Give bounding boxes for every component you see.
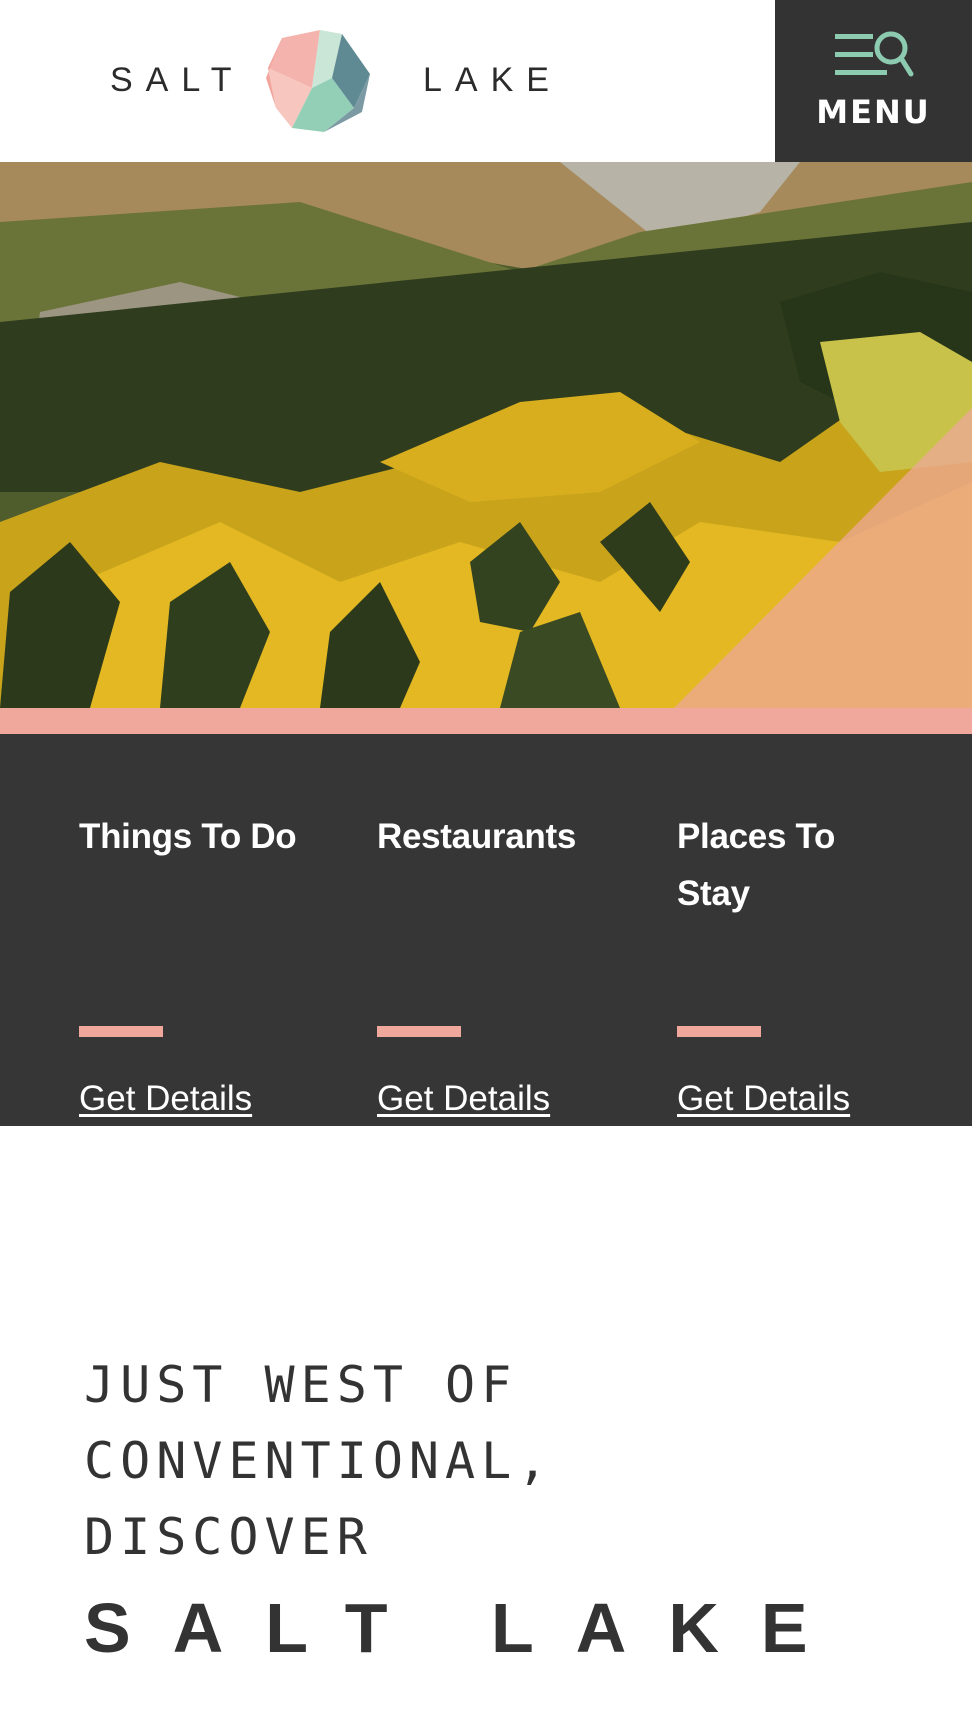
tagline: JUST WEST OF CONVENTIONAL, DISCOVER SALT…: [84, 1347, 914, 1671]
tagline-line: DISCOVER: [84, 1508, 373, 1566]
accent-strip: [0, 708, 972, 734]
logo-word-lake: LAKE: [423, 61, 562, 99]
quick-link-title: Restaurants: [377, 817, 576, 856]
site-header: SALT LAKE MENU: [0, 0, 972, 162]
quick-link-title: Places To Stay: [677, 817, 836, 913]
hero-image: [0, 162, 972, 708]
logo-word-salt: SALT: [110, 61, 245, 99]
divider: [79, 1026, 163, 1037]
menu-search-icon: [835, 31, 914, 77]
divider: [377, 1026, 461, 1037]
get-details-link[interactable]: Get Details: [79, 1078, 252, 1120]
quick-link-title: Things To Do: [79, 817, 297, 856]
tagline-line: CONVENTIONAL,: [84, 1432, 554, 1490]
menu-label: MENU: [816, 93, 931, 131]
tagline-destination: SALT LAKE: [84, 1589, 850, 1667]
quick-link-things-to-do: Things To Do Get Details: [79, 808, 319, 1118]
quick-links-panel: Things To Do Get Details Restaurants Get…: [0, 734, 972, 1126]
get-details-link[interactable]: Get Details: [677, 1078, 850, 1120]
get-details-link[interactable]: Get Details: [377, 1078, 550, 1120]
divider: [677, 1026, 761, 1037]
menu-button[interactable]: MENU: [775, 0, 972, 162]
quick-link-places-to-stay: Places To Stay Get Details: [677, 808, 917, 1118]
quick-link-restaurants: Restaurants Get Details: [377, 808, 617, 1118]
tagline-line: JUST WEST OF: [84, 1356, 518, 1414]
gem-logo-icon: [266, 30, 370, 132]
site-logo[interactable]: SALT LAKE: [110, 28, 550, 134]
